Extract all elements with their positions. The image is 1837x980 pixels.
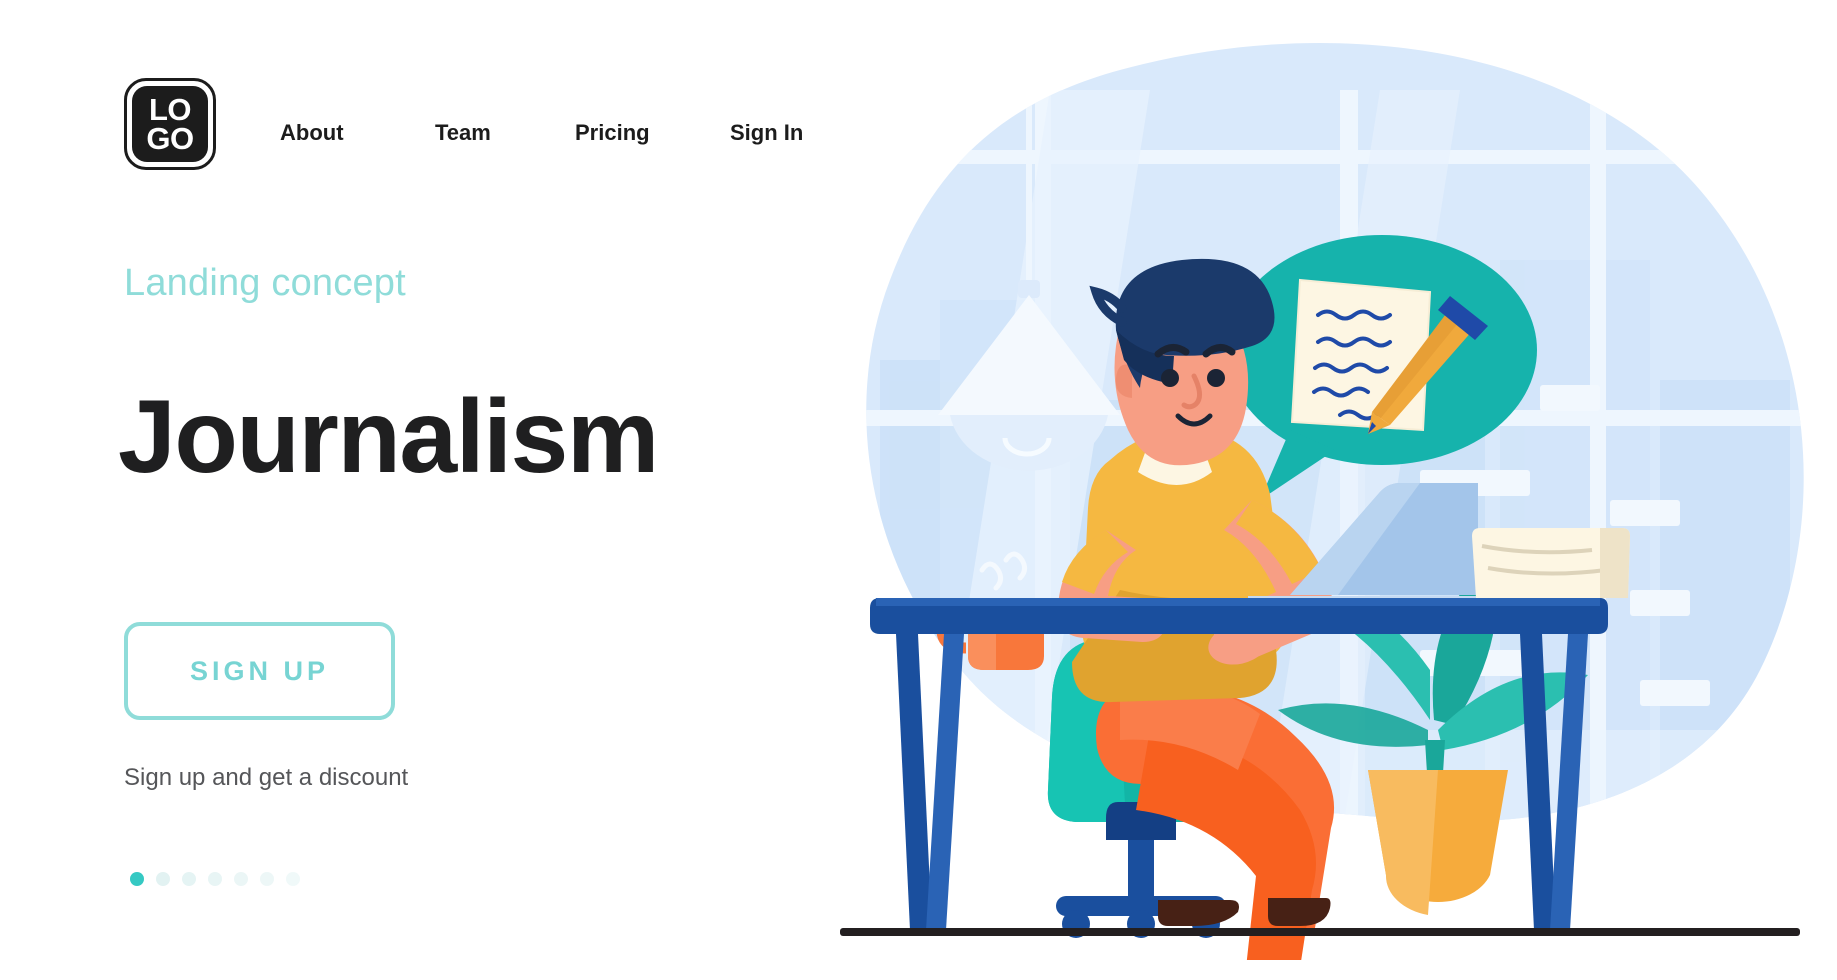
logo-inner: LO GO — [132, 86, 208, 162]
landing-page: LO GO About Team Pricing Sign In Landing… — [0, 0, 1837, 980]
nav-item-about[interactable]: About — [280, 120, 435, 146]
logo-text-line2: GO — [146, 121, 194, 156]
sign-up-button[interactable]: SIGN UP — [124, 622, 395, 720]
hero-eyebrow: Landing concept — [124, 262, 406, 304]
paper-stack — [1472, 528, 1630, 598]
pagination-dot[interactable] — [208, 872, 222, 886]
journalist-at-desk-illustration — [820, 30, 1820, 960]
nav-item-pricing[interactable]: Pricing — [575, 120, 730, 146]
hero-subtext: Sign up and get a discount — [124, 764, 409, 791]
pagination-dot[interactable] — [182, 872, 196, 886]
pagination-dot[interactable] — [260, 872, 274, 886]
pagination-dot[interactable] — [234, 872, 248, 886]
main-navigation: About Team Pricing Sign In — [280, 120, 850, 146]
logo-text-line1: LO — [148, 91, 192, 127]
carousel-pagination[interactable] — [130, 872, 300, 886]
shoes — [1158, 898, 1331, 926]
pagination-dot-active[interactable] — [130, 872, 144, 886]
nav-item-team[interactable]: Team — [435, 120, 575, 146]
floor-line — [840, 928, 1800, 936]
pagination-dot[interactable] — [156, 872, 170, 886]
logo[interactable]: LO GO — [124, 78, 216, 170]
pagination-dot[interactable] — [286, 872, 300, 886]
page-title: Journalism — [118, 379, 659, 495]
document-page — [1290, 278, 1432, 432]
